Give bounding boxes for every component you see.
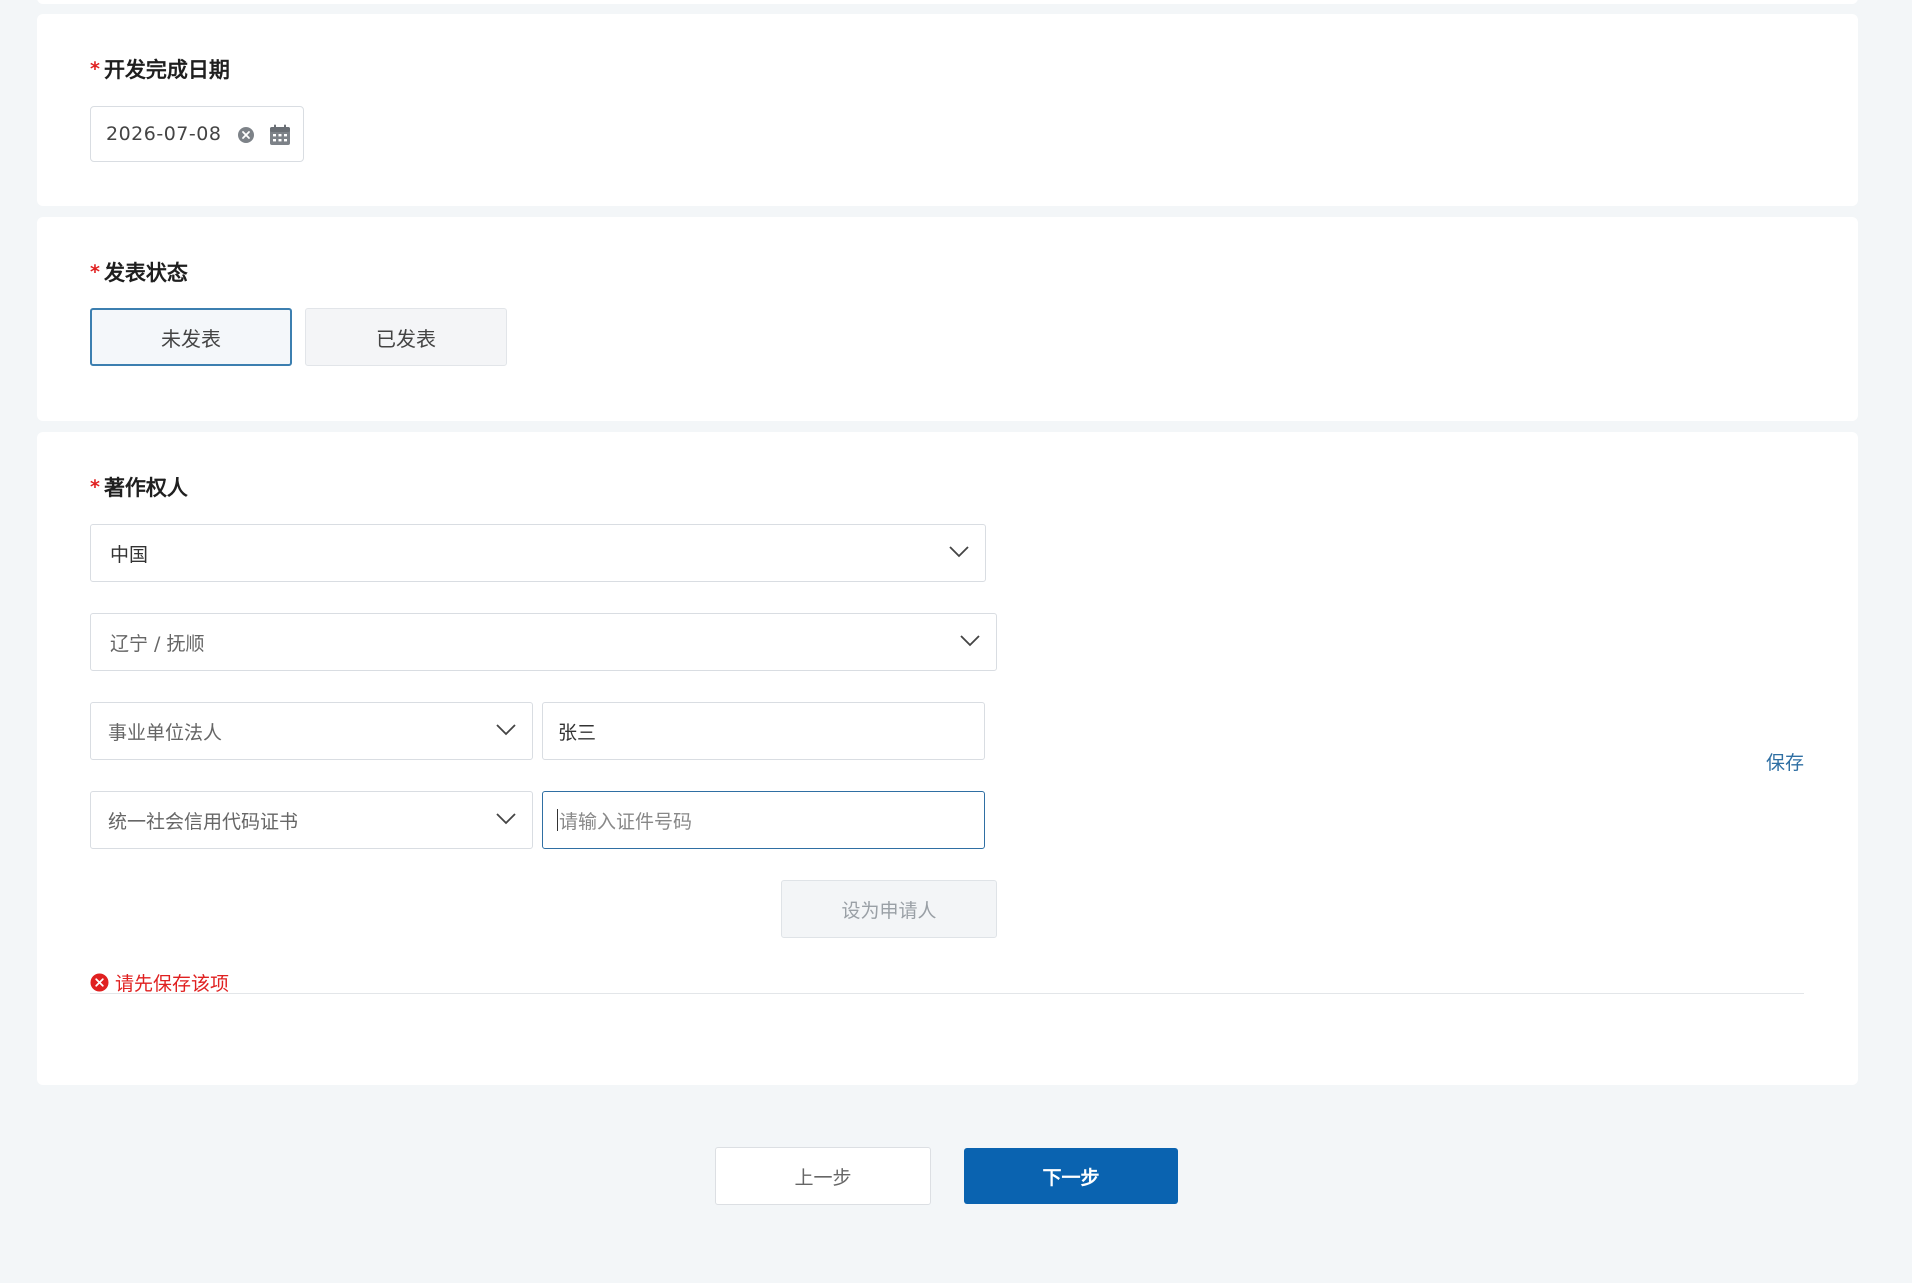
region-select[interactable]: 辽宁 / 抚顺	[90, 613, 997, 671]
id-type-select[interactable]: 统一社会信用代码证书	[90, 791, 533, 849]
chevron-down-icon	[949, 546, 969, 558]
required-mark: *	[90, 476, 100, 498]
calendar-icon[interactable]	[269, 124, 291, 146]
id-type-value: 统一社会信用代码证书	[108, 810, 299, 833]
completion-date-label: * 开发完成日期	[90, 54, 230, 84]
save-link[interactable]: 保存	[1766, 748, 1804, 775]
country-value: 中国	[110, 543, 149, 566]
chevron-down-icon	[960, 635, 980, 647]
error-message: 请先保存该项	[90, 969, 229, 996]
copyright-owner-card: * 著作权人 中国 辽宁 / 抚顺 事业单位法人 张三 保存 统一社会信用代码证…	[37, 432, 1858, 1085]
publish-status-label-text: 发表状态	[103, 261, 188, 285]
error-circle-icon	[90, 973, 109, 992]
completion-date-picker[interactable]: 2026-07-08	[90, 106, 304, 162]
chevron-down-icon	[496, 813, 516, 825]
completion-date-value: 2026-07-08	[106, 123, 222, 145]
region-value: 辽宁 / 抚顺	[110, 632, 205, 655]
publish-status-label: * 发表状态	[90, 257, 188, 287]
next-step-button[interactable]: 下一步	[964, 1148, 1178, 1204]
entity-type-value: 事业单位法人	[108, 721, 223, 744]
owner-name-value: 张三	[558, 721, 597, 744]
copyright-owner-label-text: 著作权人	[103, 476, 188, 500]
completion-date-card: * 开发完成日期 2026-07-08	[37, 14, 1858, 206]
text-caret	[557, 809, 558, 831]
id-number-input[interactable]: 请输入证件号码	[542, 791, 985, 849]
previous-step-button[interactable]: 上一步	[715, 1147, 931, 1205]
completion-date-label-text: 开发完成日期	[103, 58, 230, 82]
error-message-text: 请先保存该项	[115, 973, 230, 995]
set-as-applicant-button[interactable]: 设为申请人	[781, 880, 997, 938]
unpublished-option-button[interactable]: 未发表	[90, 308, 292, 366]
copyright-owner-label: * 著作权人	[90, 472, 188, 502]
required-mark: *	[90, 261, 100, 283]
country-select[interactable]: 中国	[90, 524, 986, 582]
publish-status-card: * 发表状态 未发表 已发表	[37, 217, 1858, 421]
chevron-down-icon	[496, 724, 516, 736]
clear-circle-icon[interactable]	[237, 126, 255, 144]
published-option-button[interactable]: 已发表	[305, 308, 507, 366]
previous-section-card	[37, 0, 1858, 4]
owner-name-input[interactable]: 张三	[542, 702, 985, 760]
id-number-placeholder: 请输入证件号码	[559, 810, 693, 833]
required-mark: *	[90, 58, 100, 80]
entity-type-select[interactable]: 事业单位法人	[90, 702, 533, 760]
section-divider	[90, 993, 1804, 994]
